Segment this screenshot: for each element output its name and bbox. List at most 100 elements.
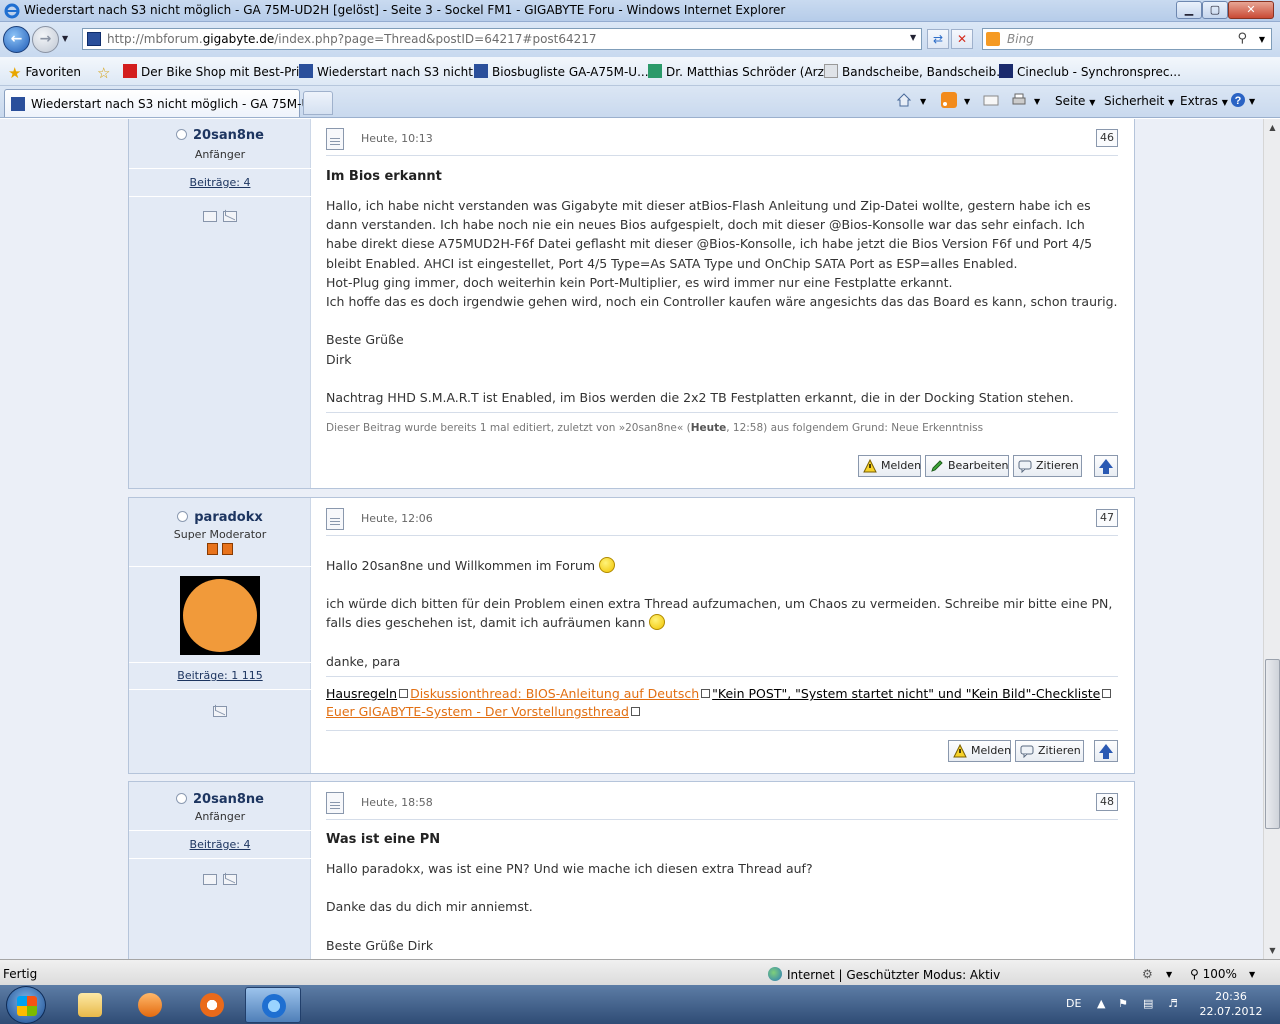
taskbar-media-player[interactable] <box>122 987 178 1023</box>
tray-expand-icon[interactable]: ▲ <box>1097 997 1105 1010</box>
svg-text:?: ? <box>1235 95 1242 107</box>
doctor-favicon-icon <box>648 64 662 78</box>
scroll-to-top-icon[interactable] <box>1094 455 1118 477</box>
scrollbar-thumb[interactable] <box>1265 659 1280 829</box>
network-icon[interactable]: ▤ <box>1143 997 1153 1010</box>
home-dropdown-icon[interactable]: ▼ <box>920 97 926 106</box>
author-username[interactable]: 20san8ne <box>193 792 264 807</box>
forum-post: 20san8ne Anfänger Beiträge: 4 Heute, 10:… <box>128 119 1135 489</box>
email-icon[interactable] <box>213 706 227 717</box>
profile-card-icon[interactable] <box>203 874 217 885</box>
new-tab-button[interactable] <box>303 91 333 115</box>
forum-post: paradokx Super Moderator Beiträge: 1 115… <box>128 497 1135 774</box>
search-box[interactable]: Bing ⚲ ▼ <box>982 28 1272 50</box>
external-link-icon <box>399 689 409 698</box>
signature-link-house-rules[interactable]: Hausregeln <box>326 686 397 701</box>
signature-link-bios-guide[interactable]: Diskussionthread: BIOS-Anleitung auf Deu… <box>410 686 699 701</box>
zoom-level[interactable]: ⚲ 100% <box>1190 967 1237 981</box>
forum-post: 20san8ne Anfänger Beiträge: 4 Heute, 18:… <box>128 781 1135 959</box>
email-icon[interactable] <box>223 874 237 885</box>
page-menu[interactable]: Seite ▼ <box>1055 94 1095 108</box>
post-document-icon <box>326 792 344 814</box>
author-post-count[interactable]: Beiträge: 4 <box>129 176 311 189</box>
security-zone[interactable]: Internet | Geschützter Modus: Aktiv <box>768 967 1000 982</box>
author-rank: Anfänger <box>194 810 246 823</box>
globe-icon <box>768 967 782 981</box>
divider <box>129 689 311 690</box>
safety-menu[interactable]: Sicherheit ▼ <box>1104 94 1174 108</box>
quote-button[interactable]: Zitieren <box>1015 740 1084 762</box>
scroll-up-arrow-icon[interactable]: ▲ <box>1264 119 1280 136</box>
quote-button[interactable]: Zitieren <box>1013 455 1082 477</box>
system-clock[interactable]: 20:36 22.07.2012 <box>1196 989 1266 1019</box>
print-dropdown-icon[interactable]: ▼ <box>1034 97 1040 106</box>
home-icon[interactable] <box>896 92 912 108</box>
history-dropdown-icon[interactable]: ▼ <box>62 34 68 43</box>
tools-menu[interactable]: Extras ▼ <box>1180 94 1228 108</box>
edit-button[interactable]: Bearbeiten <box>925 455 1009 477</box>
scroll-down-arrow-icon[interactable]: ▼ <box>1264 942 1280 959</box>
divider <box>326 730 1118 731</box>
favorites-button[interactable]: ★ Favoriten <box>8 64 81 82</box>
protected-mode-icon[interactable]: ⚙ <box>1142 967 1153 981</box>
email-icon[interactable] <box>223 211 237 222</box>
report-button[interactable]: Melden <box>948 740 1011 762</box>
quote-bubble-icon <box>1020 745 1034 758</box>
forward-button[interactable]: → <box>32 26 59 53</box>
favorite-link-biosbugliste[interactable]: Biosbugliste GA-A75M-U... <box>474 64 649 79</box>
profile-card-icon[interactable] <box>203 211 217 222</box>
compatibility-refresh-button[interactable]: ⇄ <box>927 29 949 49</box>
language-indicator[interactable]: DE <box>1066 997 1081 1010</box>
help-dropdown-icon[interactable]: ▼ <box>1249 97 1255 106</box>
print-icon[interactable] <box>1011 92 1027 108</box>
address-dropdown-icon[interactable]: ▼ <box>910 33 916 42</box>
search-icon[interactable]: ⚲ <box>1237 31 1247 46</box>
address-url[interactable]: http://mbforum.gigabyte.de/index.php?pag… <box>107 32 597 46</box>
mail-icon[interactable] <box>983 92 999 108</box>
protected-dropdown-icon[interactable]: ▼ <box>1166 970 1172 979</box>
favorite-link-cineclub[interactable]: Cineclub - Synchronsprec... <box>999 64 1181 79</box>
rss-feed-icon[interactable] <box>941 92 957 108</box>
post-number-link[interactable]: 48 <box>1096 793 1118 811</box>
tab-label: Wiederstart nach S3 nicht möglich - GA 7… <box>31 97 331 111</box>
help-icon[interactable]: ? <box>1230 92 1246 108</box>
signature-link-checklist[interactable]: "Kein POST", "System startet nicht" und … <box>712 686 1100 701</box>
maximize-button[interactable]: ▢ <box>1202 1 1228 19</box>
volume-icon[interactable]: ♬ <box>1168 997 1178 1010</box>
author-username[interactable]: 20san8ne <box>193 128 264 143</box>
favorite-link-bandscheibe[interactable]: Bandscheibe, Bandscheib... <box>824 64 1008 79</box>
action-center-flag-icon[interactable]: ⚑ <box>1118 997 1128 1010</box>
divider <box>326 412 1118 413</box>
feed-dropdown-icon[interactable]: ▼ <box>964 97 970 106</box>
stop-button[interactable]: ✕ <box>951 29 973 49</box>
avatar[interactable] <box>180 576 260 655</box>
tab-active[interactable]: Wiederstart nach S3 nicht möglich - GA 7… <box>4 89 331 117</box>
author-post-count[interactable]: Beiträge: 1 115 <box>129 669 311 682</box>
search-dropdown-icon[interactable]: ▼ <box>1259 35 1265 44</box>
taskbar-explorer[interactable] <box>62 987 118 1023</box>
moderator-badge-icon <box>207 543 218 555</box>
signature-link-system-thread[interactable]: Euer GIGABYTE-System - Der Vorstellungst… <box>326 704 629 719</box>
post-document-icon <box>326 128 344 150</box>
back-button[interactable]: ← <box>3 26 30 53</box>
navigation-bar: ← → ▼ http://mbforum.gigabyte.de/index.p… <box>0 22 1280 57</box>
report-button[interactable]: Melden <box>858 455 921 477</box>
close-button[interactable]: ✕ <box>1228 1 1274 19</box>
minimize-button[interactable]: ▁ <box>1176 1 1202 19</box>
post-number-link[interactable]: 47 <box>1096 509 1118 527</box>
post-number-link[interactable]: 46 <box>1096 129 1118 147</box>
add-favorite-icon[interactable]: ☆ <box>97 64 114 82</box>
taskbar-vlc-app[interactable] <box>184 987 240 1023</box>
author-username[interactable]: paradokx <box>194 510 263 525</box>
vertical-scrollbar[interactable]: ▲ ▼ <box>1263 119 1280 959</box>
favorite-link-wiederstart[interactable]: Wiederstart nach S3 nicht ... <box>299 64 488 79</box>
start-button[interactable] <box>6 986 46 1024</box>
zoom-dropdown-icon[interactable]: ▼ <box>1249 970 1255 979</box>
internet-explorer-icon <box>4 3 20 19</box>
author-post-count[interactable]: Beiträge: 4 <box>129 838 311 851</box>
address-bar[interactable]: http://mbforum.gigabyte.de/index.php?pag… <box>82 28 922 50</box>
taskbar-internet-explorer[interactable] <box>245 987 301 1023</box>
scroll-to-top-icon[interactable] <box>1094 740 1118 762</box>
favorite-link-bikeshop[interactable]: Der Bike Shop mit Best-Pri... <box>123 64 311 79</box>
favorite-link-schroeder[interactable]: Dr. Matthias Schröder (Arz... <box>648 64 835 79</box>
